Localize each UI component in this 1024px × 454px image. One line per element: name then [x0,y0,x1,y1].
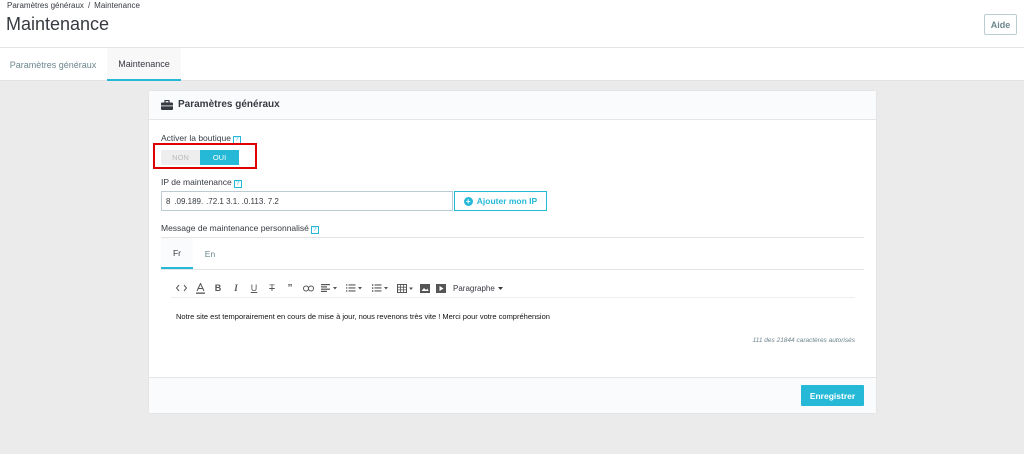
format-select[interactable]: Paragraphe [449,280,507,296]
bold-icon[interactable]: B [209,280,227,296]
enable-shop-label-text: Activer la boutique [161,133,231,143]
divider [161,269,864,270]
save-button[interactable]: Enregistrer [801,385,864,406]
align-dropdown[interactable] [317,280,341,296]
maintenance-ip-label: IP de maintenance? [161,177,242,188]
tabs-bar: Paramètres généraux Maintenance [0,48,1024,81]
text-color-icon[interactable] [191,280,209,296]
panel-footer [149,377,876,413]
chevron-down-icon [497,286,503,290]
link-icon[interactable] [299,280,317,296]
maintenance-ip-input[interactable]: 8 .09.189. .72.1 3.1. .0.113. 7.2 [161,191,453,211]
maintenance-message-label: Message de maintenance personnalisé? [161,223,319,234]
maintenance-panel: Paramètres généraux [149,91,876,413]
enable-shop-switch[interactable]: NON OUI [161,150,239,165]
breadcrumb: Paramètres généraux / Maintenance [7,1,140,10]
tab-maintenance[interactable]: Maintenance [107,48,181,81]
panel-heading: Paramètres généraux [149,91,876,120]
briefcase-icon [161,100,173,110]
plus-circle-icon: + [463,196,473,206]
lang-tab-fr[interactable]: Fr [161,238,193,269]
maintenance-ip-label-text: IP de maintenance [161,177,232,187]
page-title: Maintenance [6,14,110,34]
italic-icon[interactable]: I [227,280,245,296]
divider [161,237,864,238]
media-icon[interactable] [433,280,449,296]
help-button[interactable]: Aide [984,14,1017,35]
editor-content[interactable]: Notre site est temporairement en cours d… [176,312,550,321]
quote-icon[interactable]: ” [281,280,299,296]
breadcrumb-current: Maintenance [94,1,140,10]
help-icon[interactable]: ? [233,180,242,188]
source-code-icon[interactable] [171,280,191,296]
bullet-list-dropdown[interactable] [341,280,367,296]
lang-tab-en[interactable]: En [194,238,226,269]
maintenance-message-label-text: Message de maintenance personnalisé [161,223,309,233]
editor-toolbar: B I U T ” Paragraphe [171,280,855,296]
switch-on-option[interactable]: OUI [200,150,239,165]
numbered-list-dropdown[interactable] [367,280,393,296]
tab-general-settings[interactable]: Paramètres généraux [0,48,106,81]
format-select-value: Paragraphe [453,283,495,293]
table-dropdown[interactable] [393,280,417,296]
image-icon[interactable] [417,280,433,296]
breadcrumb-parent[interactable]: Paramètres généraux [7,1,84,10]
underline-icon[interactable]: U [245,280,263,296]
breadcrumb-separator: / [87,1,91,10]
strikethrough-icon[interactable]: T [263,280,281,296]
switch-off-option[interactable]: NON [161,150,200,165]
divider [171,297,855,298]
page-header: Paramètres généraux / Maintenance Mainte… [0,0,1024,48]
panel-title: Paramètres généraux [178,99,280,110]
add-my-ip-label: Ajouter mon IP [476,196,538,206]
char-counter: 111 des 21844 caractères autorisés [752,337,855,344]
help-icon[interactable]: ? [310,226,319,234]
add-my-ip-button[interactable]: + Ajouter mon IP [454,191,547,211]
